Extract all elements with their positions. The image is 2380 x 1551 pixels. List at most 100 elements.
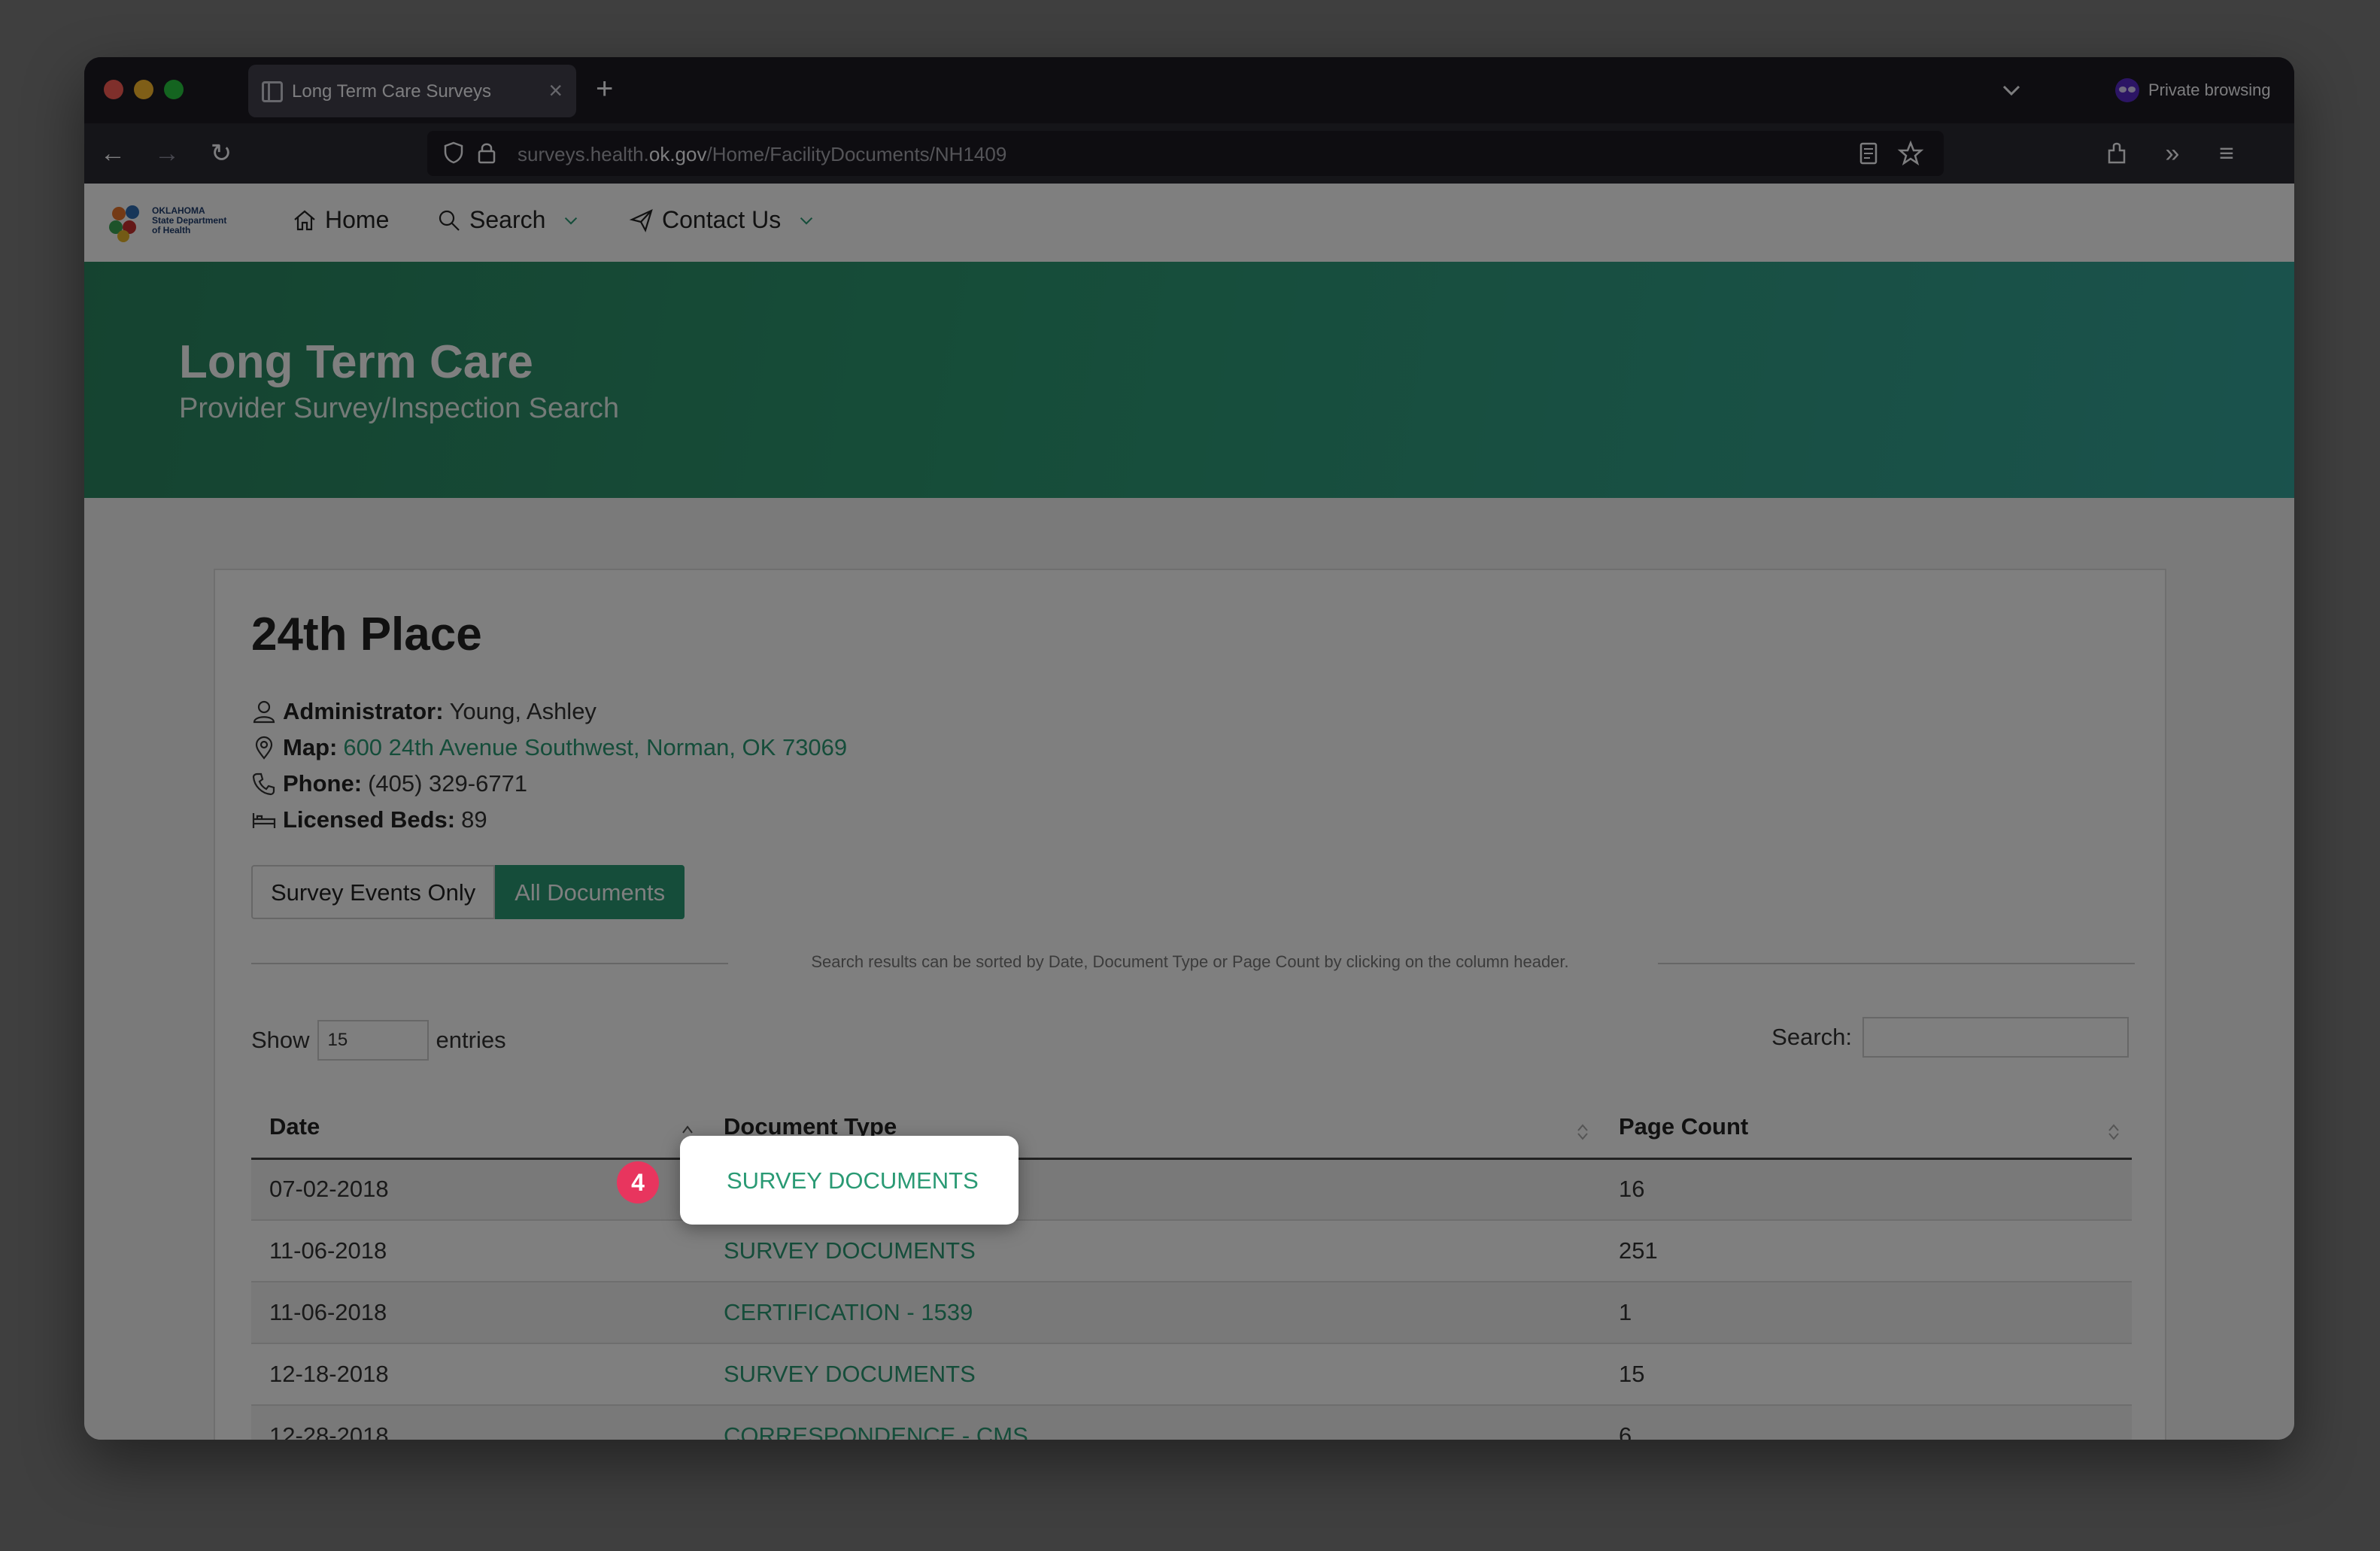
beds-label: Licensed Beds: [283,806,456,833]
table-row: 11-06-2018 SURVEY DOCUMENTS 251 [251,1220,2132,1282]
phone-row: Phone: (405) 329-6771 [251,770,527,797]
reader-view-icon[interactable] [1855,140,1882,167]
table-search: Search: [1771,1017,2129,1058]
search-icon [439,210,460,231]
address-link[interactable]: 600 24th Avenue Southwest, Norman, OK 73… [343,734,847,761]
date-header-label: Date [269,1113,320,1140]
hero-title: Long Term Care [179,336,533,388]
phone-value: (405) 329-6771 [368,770,528,797]
nav-contact-dropdown[interactable]: Contact Us [629,206,817,234]
private-label: Private browsing [2148,80,2271,99]
bed-icon [252,813,276,828]
tab-title: Long Term Care Surveys [292,81,492,102]
shield-icon[interactable] [444,141,463,164]
facility-card: 24th Place Administrator: Young, Ashley … [214,569,2166,1440]
table-header-row: Date Document Type Page Count [251,1097,2132,1160]
phone-icon [252,772,275,796]
browser-tab[interactable]: Long Term Care Surveys × [248,65,576,117]
map-pin-icon [255,736,273,760]
highlight-label: SURVEY DOCUMENTS [727,1167,979,1194]
logo-line-3: of Health [152,225,191,235]
page-count-cell: 16 [1601,1158,2132,1221]
survey-events-only-button[interactable]: Survey Events Only [251,865,496,919]
step-number-badge: 4 [617,1161,659,1203]
column-header-date[interactable]: Date [251,1097,706,1160]
page-count-cell: 1 [1601,1282,2132,1344]
page-count-cell: 6 [1601,1405,2132,1440]
close-window-button[interactable] [104,80,123,99]
url-text[interactable]: surveys.health.ok.gov/Home/FacilityDocum… [518,143,1006,166]
web-page: OKLAHOMA State Department of Health Home… [84,184,2294,1440]
content-area: 24th Place Administrator: Young, Ashley … [84,498,2294,1440]
entries-select[interactable]: 15 [317,1020,429,1061]
document-type-link[interactable]: SURVEY DOCUMENTS [706,1220,1601,1282]
entries-label: entries [436,1027,506,1053]
search-label: Search: [1771,1024,1852,1050]
navigation-bar: ← → ↻ surveys.health.ok.gov/Home/Facilit… [84,123,2294,184]
bookmark-star-icon[interactable] [1897,140,1924,167]
page-count-header-label: Page Count [1619,1113,1749,1140]
paper-plane-icon [629,208,653,232]
menu-icon[interactable]: ≡ [2208,135,2245,171]
extensions-icon[interactable] [2102,138,2132,168]
sort-both-icon [1577,1124,1588,1140]
chevron-down-icon[interactable] [1998,77,2025,104]
document-filter-group: Survey Events Only All Documents [251,865,685,919]
beds-row: Licensed Beds: 89 [251,806,487,833]
page-count-cell: 251 [1601,1220,2132,1282]
logo-emblem-icon [109,205,139,242]
column-header-page-count[interactable]: Page Count [1601,1097,2132,1160]
search-input[interactable] [1862,1017,2129,1058]
beds-value: 89 [461,806,487,833]
table-row: 07-02-2018 SURVEY DOCUMENTS 16 [251,1158,2132,1221]
more-tools-icon[interactable]: » [2154,135,2190,171]
phone-label: Phone: [283,770,363,797]
chevron-down-icon [800,217,813,225]
map-label: Map: [283,734,338,760]
address-bar[interactable]: surveys.health.ok.gov/Home/FacilityDocum… [427,131,1944,176]
table-row: 12-18-2018 SURVEY DOCUMENTS 15 [251,1343,2132,1406]
logo-text: OKLAHOMA State Department of Health [152,206,226,235]
document-type-link[interactable]: SURVEY DOCUMENTS [706,1343,1601,1406]
url-host: ok.gov [648,143,707,165]
administrator-value: Young, Ashley [449,698,597,724]
page-icon [262,81,283,102]
table-row: 11-06-2018 CERTIFICATION - 1539 1 [251,1282,2132,1344]
hero-banner: Long Term Care Provider Survey/Inspectio… [84,262,2294,498]
forward-arrow-icon[interactable]: → [149,135,185,171]
close-tab-icon[interactable]: × [548,75,563,105]
lock-icon[interactable] [477,141,496,164]
document-type-link[interactable]: CORRESPONDENCE - CMS [706,1405,1601,1440]
entries-control: Show 15 entries [251,1020,506,1061]
highlighted-survey-documents-link[interactable]: SURVEY DOCUMENTS [680,1136,1018,1225]
site-navbar: OKLAHOMA State Department of Health Home… [84,184,2294,262]
date-cell: 11-06-2018 [251,1220,706,1282]
administrator-row: Administrator: Young, Ashley [251,698,597,725]
nav-home-label: Home [325,206,390,233]
all-documents-button[interactable]: All Documents [495,865,685,919]
zoom-window-button[interactable] [164,80,184,99]
reload-icon[interactable]: ↻ [203,135,239,171]
home-icon [294,210,315,230]
hero-subtitle: Provider Survey/Inspection Search [179,393,620,424]
date-cell: 11-06-2018 [251,1282,706,1344]
document-type-link[interactable]: CERTIFICATION - 1539 [706,1282,1601,1344]
back-arrow-icon[interactable]: ← [95,135,131,171]
title-bar: Long Term Care Surveys × + Private brows… [84,57,2294,123]
osdh-logo[interactable]: OKLAHOMA State Department of Health [107,203,250,244]
nav-search-dropdown[interactable]: Search [436,206,581,234]
new-tab-icon[interactable]: + [596,71,613,107]
table-row: 12-28-2018 CORRESPONDENCE - CMS 6 [251,1405,2132,1440]
minimize-window-button[interactable] [134,80,153,99]
map-row: Map: 600 24th Avenue Southwest, Norman, … [251,734,847,761]
sort-hint: Search results can be sorted by Date, Do… [811,952,1569,971]
date-cell: 12-28-2018 [251,1405,706,1440]
nav-home-link[interactable]: Home [292,206,389,234]
show-label: Show [251,1027,310,1053]
date-cell: 12-18-2018 [251,1343,706,1406]
browser-window: Long Term Care Surveys × + Private brows… [84,57,2294,1440]
user-icon [253,700,275,724]
nav-search-label: Search [469,206,546,233]
url-path: /Home/FacilityDocuments/NH1409 [706,143,1007,165]
administrator-label: Administrator: [283,698,444,724]
